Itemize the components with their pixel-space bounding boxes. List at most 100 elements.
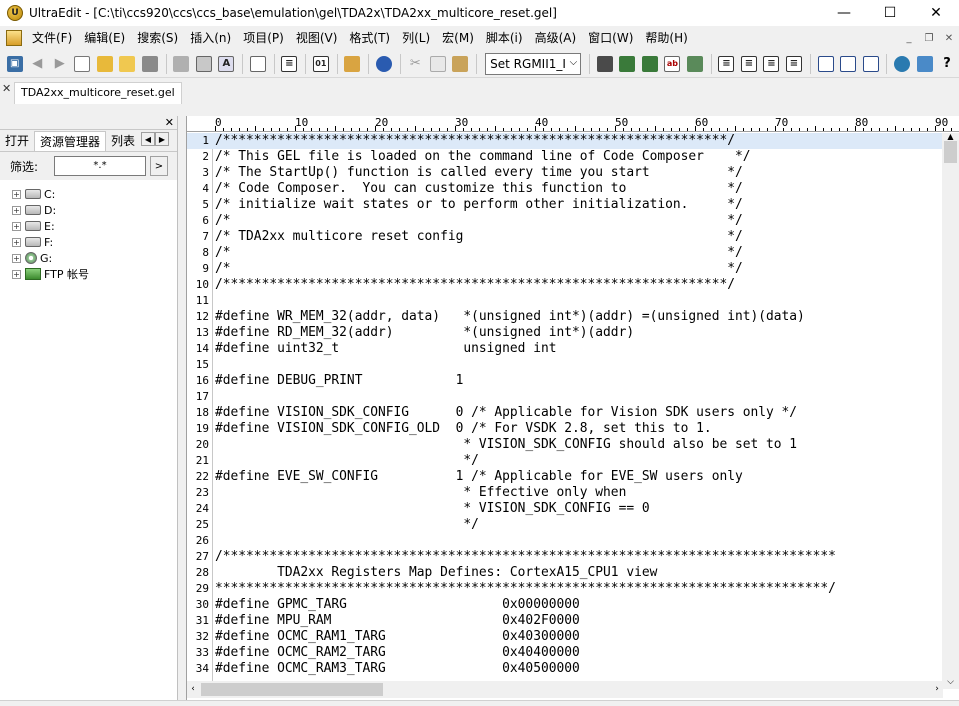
code-line[interactable]: 16 #define DEBUG_PRINT 1	[187, 373, 942, 389]
close-folder-icon[interactable]	[117, 53, 139, 75]
spell-check-icon[interactable]: A	[216, 53, 238, 75]
code-line[interactable]: 3 /* The StartUp() function is called eve…	[187, 165, 942, 181]
code-line[interactable]: 28 TDA2xx Registers Map Defines: CortexA…	[187, 565, 942, 581]
code-line[interactable]: 1 /**************************************…	[187, 133, 942, 149]
print-preview-icon[interactable]	[193, 53, 215, 75]
menu-window[interactable]: 窗口(W)	[582, 27, 639, 49]
vertical-scrollbar[interactable]: ▲ ⌵	[942, 133, 959, 689]
code-line[interactable]: 18 #define VISION_SDK_CONFIG 0 /* Applica…	[187, 405, 942, 421]
menu-insert[interactable]: 插入(n)	[184, 27, 237, 49]
tab-open[interactable]: 打开	[0, 131, 34, 151]
mdi-restore-button[interactable]: ❐	[919, 29, 939, 47]
vertical-scroll-thumb[interactable]	[944, 141, 957, 163]
code-line[interactable]: 13 #define RD_MEM_32(addr) *(unsigned int…	[187, 325, 942, 341]
close-button[interactable]: ✕	[913, 0, 959, 26]
maximize-button[interactable]: ☐	[867, 0, 913, 26]
copy-icon[interactable]	[427, 53, 449, 75]
horizontal-scrollbar[interactable]: ‹ ›	[187, 681, 943, 698]
tree-item-e[interactable]: + E:	[0, 218, 177, 234]
tab-next-icon[interactable]: ▶	[155, 132, 169, 146]
scroll-up-icon[interactable]: ▲	[942, 133, 959, 141]
expand-icon[interactable]: +	[12, 221, 21, 231]
code-line[interactable]: 23 * Effective only when	[187, 485, 942, 501]
code-line[interactable]: 29 **************************************…	[187, 581, 942, 597]
filter-input[interactable]: *.*	[54, 156, 146, 176]
minimize-button[interactable]: —	[821, 0, 867, 26]
code-line[interactable]: 6 /* */	[187, 213, 942, 229]
tree-item-g[interactable]: + G:	[0, 250, 177, 266]
menu-view[interactable]: 视图(V)	[290, 27, 344, 49]
replace-icon[interactable]: ab	[662, 53, 684, 75]
new-file-icon[interactable]	[72, 53, 94, 75]
code-line[interactable]: 21 */	[187, 453, 942, 469]
align-left-icon[interactable]: ≡	[716, 53, 738, 75]
scroll-down-icon[interactable]: ⌵	[942, 677, 959, 689]
menu-file[interactable]: 文件(F)	[26, 27, 78, 49]
tree-item-c[interactable]: + C:	[0, 186, 177, 202]
code-line[interactable]: 27 /*************************************…	[187, 549, 942, 565]
menu-help[interactable]: 帮助(H)	[639, 27, 693, 49]
mdi-minimize-button[interactable]: _	[899, 29, 919, 47]
tree-item-ftp[interactable]: + FTP 帐号	[0, 266, 177, 282]
filter-apply-button[interactable]: >	[150, 156, 168, 176]
cascade-icon[interactable]	[860, 53, 882, 75]
menu-script[interactable]: 脚本(i)	[480, 27, 529, 49]
scroll-left-icon[interactable]: ‹	[187, 681, 199, 698]
open-folder-icon[interactable]	[94, 53, 116, 75]
tab-tda2xx-multicore-reset[interactable]: TDA2xx_multicore_reset.gel	[14, 82, 182, 104]
code-line[interactable]: 33 #define OCMC_RAM2_TARG 0x40400000	[187, 645, 942, 661]
menu-advanced[interactable]: 高级(A)	[529, 27, 583, 49]
cut-icon[interactable]: ✂	[405, 53, 427, 75]
document-icon[interactable]	[6, 30, 22, 46]
code-line[interactable]: 8 /* */	[187, 245, 942, 261]
find-prev-icon[interactable]	[639, 53, 661, 75]
close-icon[interactable]: ✕	[2, 82, 11, 95]
code-line[interactable]: 32 #define OCMC_RAM1_TARG 0x40300000	[187, 629, 942, 645]
code-line[interactable]: 20 * VISION_SDK_CONFIG should also be se…	[187, 437, 942, 453]
code-line[interactable]: 11	[187, 293, 942, 309]
tree-item-d[interactable]: + D:	[0, 202, 177, 218]
menu-project[interactable]: 项目(P)	[237, 27, 290, 49]
expand-icon[interactable]: +	[12, 269, 21, 279]
code-line[interactable]: 4 /* Code Composer. You can customize thi…	[187, 181, 942, 197]
code-line[interactable]: 5 /* initialize wait states or to perform…	[187, 197, 942, 213]
split-horizontal-icon[interactable]	[815, 53, 837, 75]
code-line[interactable]: 9 /* */	[187, 261, 942, 277]
expand-icon[interactable]: +	[12, 205, 21, 215]
print-icon[interactable]	[171, 53, 193, 75]
scroll-right-icon[interactable]: ›	[931, 681, 943, 698]
code-line[interactable]: 26	[187, 533, 942, 549]
code-line[interactable]: 30 #define GPMC_TARG 0x00000000	[187, 597, 942, 613]
code-line[interactable]: 17	[187, 389, 942, 405]
menu-column[interactable]: 列(L)	[396, 27, 436, 49]
code-line[interactable]: 10 /*************************************…	[187, 277, 942, 293]
save-all-icon[interactable]: ▣	[4, 53, 26, 75]
back-icon[interactable]: ◀	[27, 53, 49, 75]
expand-icon[interactable]: +	[12, 189, 21, 199]
tree-item-f[interactable]: + F:	[0, 234, 177, 250]
code-line[interactable]: 34 #define OCMC_RAM3_TARG 0x40500000	[187, 661, 942, 677]
code-line[interactable]: 15	[187, 357, 942, 373]
menu-format[interactable]: 格式(T)	[343, 27, 396, 49]
code-line[interactable]: 31 #define MPU_RAM 0x402F0000	[187, 613, 942, 629]
word-wrap-icon[interactable]: ≡	[279, 53, 301, 75]
monitor-icon[interactable]	[914, 53, 936, 75]
tab-explorer[interactable]: 资源管理器	[34, 131, 107, 151]
browser-icon[interactable]	[373, 53, 395, 75]
find-icon[interactable]	[594, 53, 616, 75]
menu-edit[interactable]: 编辑(E)	[78, 27, 131, 49]
code-line[interactable]: 24 * VISION_SDK_CONFIG == 0	[187, 501, 942, 517]
page-icon[interactable]	[247, 53, 269, 75]
hex-mode-icon[interactable]: 01	[310, 53, 332, 75]
notes-icon[interactable]	[342, 53, 364, 75]
tab-prev-icon[interactable]: ◀	[141, 132, 155, 146]
code-line[interactable]: 25 */	[187, 517, 942, 533]
goto-icon[interactable]	[684, 53, 706, 75]
code-line[interactable]: 7 /* TDA2xx multicore reset config */	[187, 229, 942, 245]
code-line[interactable]: 22 #define EVE_SW_CONFIG 1 /* Applicable …	[187, 469, 942, 485]
justify-icon[interactable]: ≡	[783, 53, 805, 75]
code-line[interactable]: 14 #define uint32_t unsigned int	[187, 341, 942, 357]
paste-icon[interactable]	[450, 53, 472, 75]
help-icon[interactable]: ?	[936, 53, 958, 75]
tab-list[interactable]: 列表	[106, 131, 140, 151]
